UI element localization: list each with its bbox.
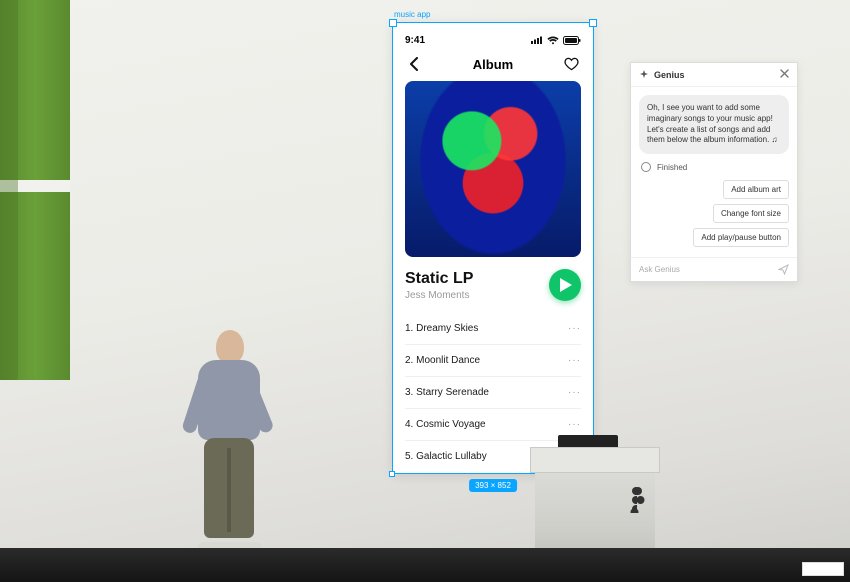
album-meta: Static LP Jess Moments xyxy=(405,269,581,301)
genius-header: Genius xyxy=(631,63,797,87)
play-icon xyxy=(560,278,572,292)
track-row[interactable]: 3. Starry Serenade ··· xyxy=(405,377,581,409)
figma-frame-label: music app xyxy=(394,10,430,19)
genius-input-row[interactable]: Ask Genius xyxy=(631,257,797,281)
genius-status-label: Finished xyxy=(657,163,687,172)
genius-input[interactable]: Ask Genius xyxy=(639,265,680,274)
genius-suggestion[interactable]: Change font size xyxy=(713,204,789,223)
podium-laptop xyxy=(558,435,618,447)
chevron-left-icon xyxy=(409,57,419,71)
track-label: 5. Galactic Lullaby xyxy=(405,451,487,462)
selection-handle[interactable] xyxy=(389,471,395,477)
album-artist: Jess Moments xyxy=(405,290,473,301)
figma-canvas: music app 9:41 Album xyxy=(392,22,594,474)
overlay-chip xyxy=(802,562,844,576)
status-ring-icon xyxy=(641,162,651,172)
sparkle-icon xyxy=(639,70,649,80)
stage-floor xyxy=(0,548,850,582)
album-art[interactable] xyxy=(405,81,581,257)
genius-suggestion[interactable]: Add play/pause button xyxy=(693,228,789,247)
track-more-icon[interactable]: ··· xyxy=(568,355,581,366)
back-button[interactable] xyxy=(405,55,423,73)
track-label: 1. Dreamy Skies xyxy=(405,323,478,334)
stage-left-green-panel xyxy=(0,0,70,380)
figma-frame-dimensions: 393 × 852 xyxy=(469,479,517,492)
screen-title: Album xyxy=(473,57,513,72)
track-label: 3. Starry Serenade xyxy=(405,387,489,398)
track-row[interactable]: 1. Dreamy Skies ··· xyxy=(405,313,581,345)
favorite-button[interactable] xyxy=(563,55,581,73)
track-more-icon[interactable]: ··· xyxy=(568,419,581,430)
wifi-icon xyxy=(547,36,559,45)
signal-icon xyxy=(531,36,543,44)
stage-podium xyxy=(530,447,660,552)
play-button[interactable] xyxy=(549,269,581,301)
track-row[interactable]: 4. Cosmic Voyage ··· xyxy=(405,409,581,441)
track-more-icon[interactable]: ··· xyxy=(568,387,581,398)
status-icons xyxy=(531,36,581,45)
phone-frame[interactable]: 9:41 Album Static LP xyxy=(392,22,594,474)
track-label: 2. Moonlit Dance xyxy=(405,355,480,366)
battery-icon xyxy=(563,36,581,45)
genius-suggestions: Add album art Change font size Add play/… xyxy=(639,180,789,247)
genius-suggestion[interactable]: Add album art xyxy=(723,180,789,199)
track-more-icon[interactable]: ··· xyxy=(568,323,581,334)
status-bar: 9:41 xyxy=(405,31,581,49)
genius-title: Genius xyxy=(654,70,685,80)
close-icon xyxy=(780,69,789,78)
album-title: Static LP xyxy=(405,270,473,288)
track-label: 4. Cosmic Voyage xyxy=(405,419,486,430)
genius-panel: Genius Oh, I see you want to add some im… xyxy=(630,62,798,282)
status-time: 9:41 xyxy=(405,35,425,46)
genius-message: Oh, I see you want to add some imaginary… xyxy=(639,95,789,154)
genius-status: Finished xyxy=(641,162,787,172)
track-row[interactable]: 2. Moonlit Dance ··· xyxy=(405,345,581,377)
nav-row: Album xyxy=(405,55,581,73)
heart-icon xyxy=(564,57,579,71)
send-icon[interactable] xyxy=(778,264,789,275)
stage-presenter xyxy=(178,330,278,550)
figma-logo-icon xyxy=(628,487,646,513)
close-button[interactable] xyxy=(780,69,789,80)
